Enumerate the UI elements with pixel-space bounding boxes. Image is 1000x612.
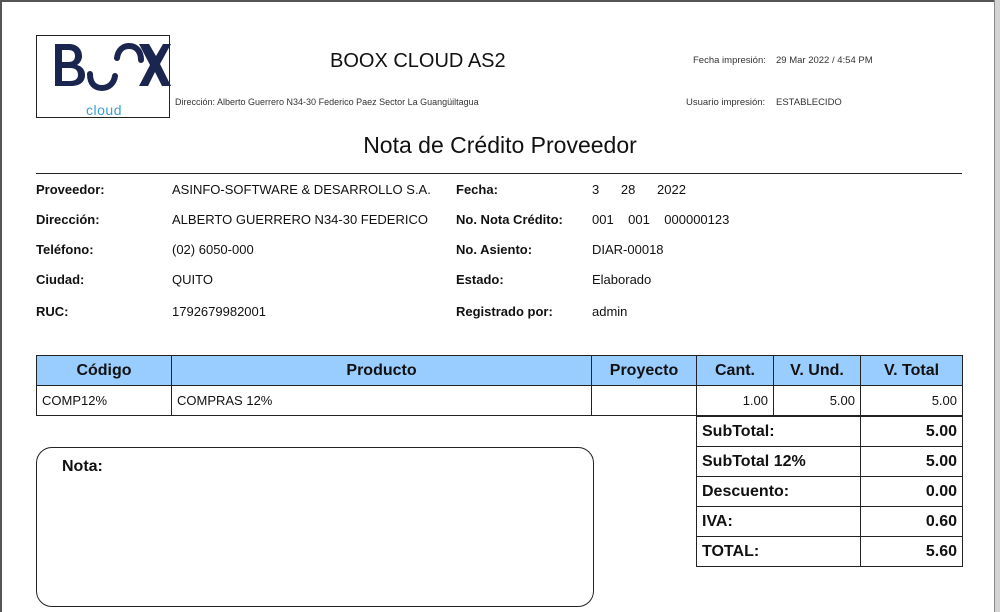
totals-row-iva: IVA: 0.60 [696,506,963,537]
field-value-nota-credito: 001 001 000000123 [592,212,730,227]
field-value-proveedor: ASINFO-SOFTWARE & DESARROLLO S.A. [172,182,431,197]
viewer-scrollbar[interactable] [995,0,1000,612]
field-label-registrado: Registrado por: [456,304,553,319]
field-value-ciudad: QUITO [172,272,213,287]
field-value-estado: Elaborado [592,272,652,287]
field-label-fecha: Fecha: [456,182,498,197]
field-label-ruc: RUC: [36,304,69,319]
boox-logo-mark [55,42,171,92]
col-header-cantidad: Cant. [696,355,774,386]
col-header-codigo: Código [36,355,172,386]
company-logo: cloud [36,35,171,118]
cell-codigo: COMP12% [36,385,172,416]
print-user-value: ESTABLECIDO [776,97,842,108]
totals-label: Descuento: [696,476,861,507]
field-value-ruc: 1792679982001 [172,304,266,319]
totals-row-total: TOTAL: 5.60 [696,536,963,567]
field-label-asiento: No. Asiento: [456,242,533,257]
col-header-valor-total: V. Total [860,355,963,386]
totals-label: TOTAL: [696,536,861,567]
field-value-registrado: admin [592,304,628,319]
totals-row-subtotal: SubTotal: 5.00 [696,416,963,447]
field-label-proveedor: Proveedor: [36,182,105,197]
field-label-nota-credito: No. Nota Crédito: [456,212,563,227]
print-date-label: Fecha impresión: [693,55,766,66]
cell-valor-unitario: 5.00 [773,385,861,416]
totals-value: 5.00 [860,446,963,477]
totals-value: 0.00 [860,476,963,507]
viewer-frame-top [0,0,1000,2]
note-label: Nota: [62,458,103,475]
document-title: Nota de Crédito Proveedor [363,132,637,158]
cell-producto: COMPRAS 12% [171,385,592,416]
logo-subtitle: cloud [86,102,122,118]
totals-label: SubTotal 12% [696,446,861,477]
field-value-fecha: 3 28 2022 [592,182,686,197]
field-value-direccion: ALBERTO GUERRERO N34-30 FEDERICO [172,212,428,227]
items-table-header: Código Producto Proyecto Cant. V. Und. V… [36,355,963,386]
company-name: BOOX CLOUD AS2 [330,50,506,72]
table-row: COMP12% COMPRAS 12% 1.00 5.00 5.00 [36,385,963,416]
field-label-ciudad: Ciudad: [36,272,85,287]
totals-row-subtotal-12: SubTotal 12% 5.00 [696,446,963,477]
field-value-telefono: (02) 6050-000 [172,242,254,257]
totals-value: 5.00 [860,416,963,447]
field-label-telefono: Teléfono: [36,242,94,257]
note-box: Nota: [36,447,594,607]
col-header-producto: Producto [171,355,592,386]
company-address: Dirección: Alberto Guerrero N34-30 Feder… [175,97,479,107]
cell-valor-total: 5.00 [860,385,963,416]
print-date-value: 29 Mar 2022 / 4:54 PM [776,55,873,66]
items-table: Código Producto Proyecto Cant. V. Und. V… [36,355,963,416]
col-header-valor-unitario: V. Und. [773,355,861,386]
totals-value: 5.60 [860,536,963,567]
totals-label: SubTotal: [696,416,861,447]
title-divider [36,173,962,174]
field-value-asiento: DIAR-00018 [592,242,664,257]
totals-value: 0.60 [860,506,963,537]
cell-cantidad: 1.00 [696,385,774,416]
totals-row-descuento: Descuento: 0.00 [696,476,963,507]
field-label-direccion: Dirección: [36,212,100,227]
totals-label: IVA: [696,506,861,537]
viewer-frame-left [0,0,2,612]
field-label-estado: Estado: [456,272,504,287]
cell-proyecto [591,385,697,416]
col-header-proyecto: Proyecto [591,355,697,386]
totals-table: SubTotal: 5.00 SubTotal 12% 5.00 Descuen… [696,416,963,567]
print-user-label: Usuario impresión: [686,97,766,108]
